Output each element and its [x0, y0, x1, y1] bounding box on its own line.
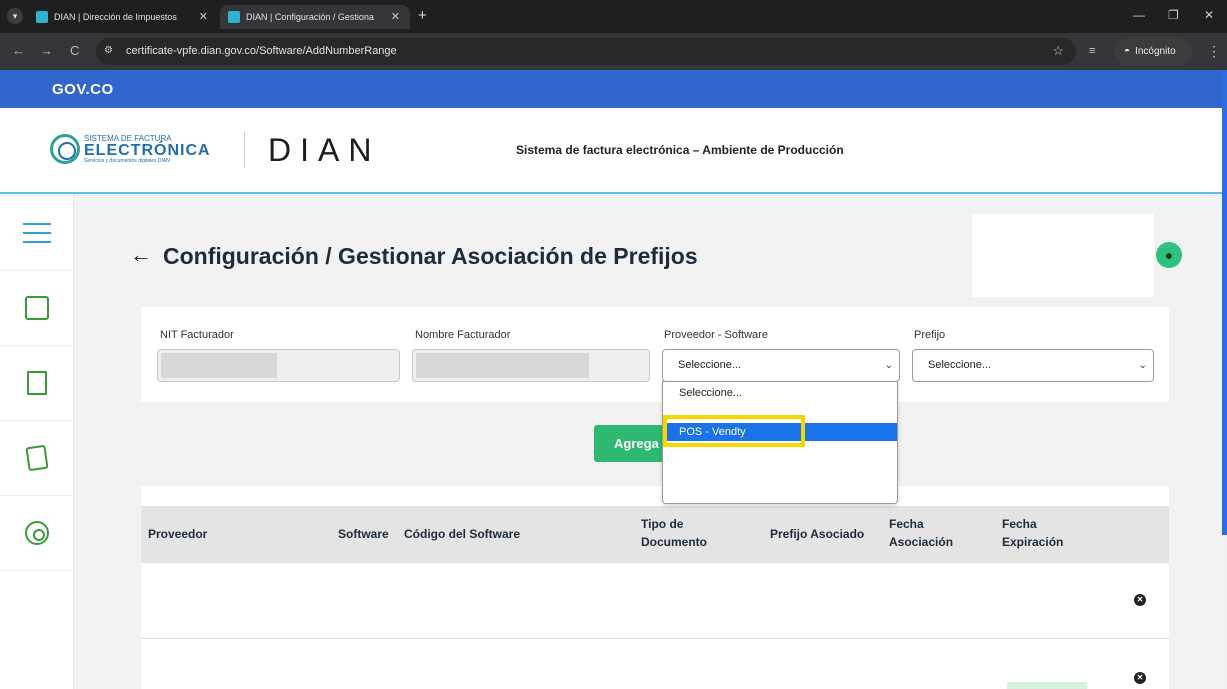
- factura-electronica-logo[interactable]: SISTEMA DE FACTURA ELECTRÓNICA Servicios…: [50, 134, 211, 164]
- restore-button[interactable]: ❐: [1168, 8, 1179, 22]
- back-nav-button[interactable]: ←: [12, 43, 25, 58]
- main-content: ← Configuración / Gestionar Asociación d…: [75, 196, 1222, 689]
- tab-close-icon[interactable]: ✕: [391, 10, 400, 23]
- address-bar-row: ← → C ⚙ certificate-vpfe.dian.gov.co/Sof…: [0, 33, 1227, 70]
- incognito-label: Incógnito: [1135, 46, 1176, 57]
- user-info-box: [972, 214, 1154, 297]
- proveedor-select-value: Seleccione...: [678, 359, 741, 371]
- prefijo-select[interactable]: Seleccione... ⌄: [912, 349, 1154, 382]
- sidebar-item-settings[interactable]: [0, 496, 74, 571]
- user-avatar-icon[interactable]: ●: [1156, 242, 1182, 268]
- tab-close-icon[interactable]: ✕: [199, 10, 208, 23]
- browser-menu-icon[interactable]: ⋮: [1207, 43, 1221, 60]
- sidebar-item-documents[interactable]: [0, 346, 74, 421]
- dian-favicon-icon: [36, 11, 48, 23]
- chevron-down-icon: ⌄: [884, 360, 893, 371]
- th-prefijo-asociado: Prefijo Asociado: [770, 527, 865, 541]
- incognito-icon: ◓: [1124, 46, 1131, 57]
- chevron-down-icon: ⌄: [1138, 360, 1147, 371]
- tab-title: DIAN | Dirección de Impuestos: [54, 12, 177, 22]
- proveedor-select[interactable]: Seleccione... ⌄: [662, 349, 900, 382]
- gov-co-logo[interactable]: GOV.CO: [52, 81, 114, 98]
- proveedor-label: Proveedor - Software: [664, 329, 768, 341]
- tab-search-icon[interactable]: ▾: [7, 8, 23, 24]
- sidebar-item-monitor[interactable]: [0, 271, 74, 346]
- environment-title: Sistema de factura electrónica – Ambient…: [516, 143, 844, 157]
- hamburger-menu-icon: [23, 223, 51, 243]
- th-codigo-software: Código del Software: [404, 527, 521, 541]
- th-software: Software: [338, 527, 389, 541]
- site-header: SISTEMA DE FACTURA ELECTRÓNICA Servicios…: [0, 108, 1222, 194]
- th-tipo-documento: Tipo de Documento: [641, 517, 707, 549]
- factura-swirl-icon: [50, 134, 80, 164]
- dian-logo[interactable]: DIAN: [268, 132, 380, 169]
- reading-list-icon[interactable]: ≡: [1089, 45, 1095, 57]
- web-page: GOV.CO SISTEMA DE FACTURA ELECTRÓNICA Se…: [0, 70, 1222, 689]
- edit-document-icon: [25, 444, 49, 472]
- header-divider: [244, 132, 245, 168]
- th-proveedor: Proveedor: [148, 527, 208, 541]
- url-field[interactable]: ⚙ certificate-vpfe.dian.gov.co/Software/…: [96, 38, 1076, 65]
- new-tab-button[interactable]: +: [418, 7, 427, 24]
- browser-tab-1[interactable]: DIAN | Dirección de Impuestos ✕: [28, 5, 218, 29]
- scrollbar-thumb[interactable]: [1222, 70, 1227, 535]
- minimize-button[interactable]: —: [1133, 8, 1145, 22]
- brand-line2: ELECTRÓNICA: [84, 141, 211, 159]
- browser-tab-2[interactable]: DIAN | Configuración / Gestiona ✕: [220, 5, 410, 29]
- table-row: [141, 563, 1169, 638]
- gov-bar: GOV.CO: [0, 70, 1222, 108]
- close-window-button[interactable]: ✕: [1204, 8, 1214, 22]
- tab-title: DIAN | Configuración / Gestiona: [246, 12, 374, 22]
- incognito-indicator[interactable]: ◓ Incógnito: [1114, 38, 1192, 65]
- browser-tab-bar: ▾ DIAN | Dirección de Impuestos ✕ DIAN |…: [0, 0, 1227, 33]
- redacted-value: [161, 353, 277, 378]
- table-top: [141, 486, 1169, 506]
- redacted-value: [416, 353, 589, 378]
- forward-nav-button[interactable]: →: [40, 43, 53, 58]
- site-info-icon[interactable]: ⚙: [104, 45, 118, 59]
- sidebar-item-edit-documents[interactable]: [0, 421, 74, 496]
- nit-label: NIT Facturador: [160, 329, 234, 341]
- status-badge: [1007, 682, 1087, 689]
- prefijo-label: Prefijo: [914, 329, 946, 341]
- page-scrollbar[interactable]: [1222, 70, 1227, 689]
- table-header: Proveedor Software Código del Software T…: [141, 506, 1169, 563]
- gear-icon: [25, 521, 49, 545]
- sidebar: [0, 196, 74, 689]
- dropdown-option[interactable]: Seleccione...: [663, 384, 897, 402]
- nit-field: [157, 349, 400, 382]
- reload-button[interactable]: C: [70, 43, 79, 58]
- sidebar-menu-toggle[interactable]: [0, 196, 74, 271]
- url-text: certificate-vpfe.dian.gov.co/Software/Ad…: [126, 45, 397, 57]
- back-arrow-icon[interactable]: ←: [130, 242, 152, 268]
- prefijo-select-value: Seleccione...: [928, 359, 991, 371]
- nombre-label: Nombre Facturador: [415, 329, 511, 341]
- dian-favicon-icon: [228, 11, 240, 23]
- highlight-annotation: [663, 415, 805, 447]
- nombre-field: [412, 349, 650, 382]
- bookmark-star-icon[interactable]: ☆: [1052, 43, 1064, 59]
- filter-form: NIT Facturador Nombre Facturador Proveed…: [141, 307, 1169, 402]
- remove-row-icon[interactable]: ✕: [1134, 672, 1146, 684]
- th-fecha-asociacion: Fecha Asociación: [889, 517, 954, 549]
- monitor-chart-icon: [25, 296, 49, 320]
- brand-line3: Servicios y documentos digitales DIAN: [84, 157, 170, 164]
- remove-row-icon[interactable]: ✕: [1134, 594, 1146, 606]
- th-fecha-expiracion: Fecha Expiración: [1002, 517, 1064, 549]
- document-list-icon: [27, 371, 47, 395]
- page-title: Configuración / Gestionar Asociación de …: [163, 243, 698, 269]
